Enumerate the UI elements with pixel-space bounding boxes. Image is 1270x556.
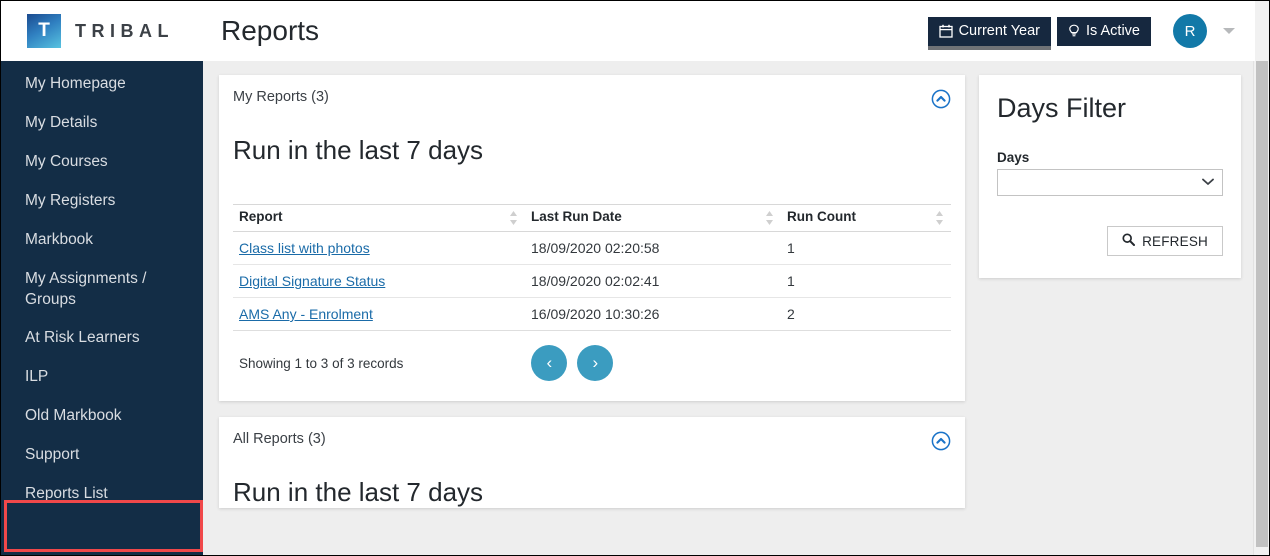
table-row: AMS Any - Enrolment 16/09/2020 10:30:26 … [233, 297, 951, 331]
sort-icon[interactable] [509, 210, 518, 226]
sidebar-item-my-courses[interactable]: My Courses [1, 143, 203, 182]
all-reports-title: Run in the last 7 days [233, 477, 484, 507]
top-header-bar: T TRIBAL Reports Current Year Is Active … [1, 1, 1255, 61]
days-filter-title: Days Filter [997, 93, 1127, 123]
sidebar-item-my-registers[interactable]: My Registers [1, 182, 203, 221]
sidebar-item-old-markbook[interactable]: Old Markbook [1, 397, 203, 436]
avatar[interactable]: R [1173, 14, 1207, 48]
sort-icon[interactable] [765, 210, 774, 226]
cell-last-run-date: 18/09/2020 02:02:41 [525, 264, 781, 298]
cell-run-count: 1 [781, 264, 951, 298]
filter-column: Days Filter Days REFRESH [979, 75, 1241, 555]
sidebar-item-my-assignments-groups[interactable]: My Assignments / Groups [1, 260, 203, 320]
calendar-icon [938, 24, 953, 38]
tribal-logo-icon: T [27, 14, 61, 48]
column-header-run-count[interactable]: Run Count [781, 204, 951, 232]
sidebar-navigation: My Homepage My Details My Courses My Reg… [1, 61, 203, 555]
application-window: T TRIBAL Reports Current Year Is Active … [0, 0, 1270, 556]
all-reports-card: All Reports (3) Run in the last 7 days [219, 417, 965, 508]
sidebar-item-my-homepage[interactable]: My Homepage [1, 65, 203, 104]
days-filter-card: Days Filter Days REFRESH [979, 75, 1241, 278]
pagination-previous-button[interactable]: ‹ [531, 345, 568, 381]
cell-report: Digital Signature Status [233, 264, 525, 298]
all-reports-card-header: All Reports (3) [233, 431, 951, 451]
context-button-current-year[interactable]: Current Year [927, 16, 1052, 50]
sidebar-item-at-risk-learners[interactable]: At Risk Learners [1, 319, 203, 358]
sidebar-item-reports-list[interactable]: Reports List [1, 475, 203, 514]
report-link[interactable]: AMS Any - Enrolment [239, 306, 373, 322]
brand-wordmark: TRIBAL [75, 20, 174, 41]
main-content-area: My Reports (3) Run in the last 7 days Re [203, 61, 1255, 555]
cell-last-run-date: 18/09/2020 02:20:58 [525, 231, 781, 265]
refresh-button-label: REFRESH [1142, 233, 1208, 249]
sidebar-item-ilp[interactable]: ILP [1, 358, 203, 397]
my-reports-title: Run in the last 7 days [233, 135, 484, 165]
table-footer: Showing 1 to 3 of 3 records ‹ › [233, 331, 951, 401]
header-actions: Current Year Is Active R [927, 14, 1255, 50]
table-row: Digital Signature Status 18/09/2020 02:0… [233, 264, 951, 298]
logo-mark-letter: T [38, 20, 50, 41]
refresh-row: REFRESH [997, 226, 1223, 256]
brand-logo[interactable]: T TRIBAL [1, 14, 203, 48]
cell-run-count: 1 [781, 231, 951, 265]
table-row: Class list with photos 18/09/2020 02:20:… [233, 231, 951, 265]
reports-column: My Reports (3) Run in the last 7 days Re [219, 75, 965, 555]
cell-report: AMS Any - Enrolment [233, 297, 525, 331]
table-header-row: Report Last Run Date Run Count [233, 204, 951, 232]
report-link[interactable]: Class list with photos [239, 240, 370, 256]
column-header-last-run-date[interactable]: Last Run Date [525, 204, 781, 232]
chevron-up-circle-icon[interactable] [931, 89, 951, 109]
column-header-report-label: Report [239, 209, 283, 224]
report-link[interactable]: Digital Signature Status [239, 273, 385, 289]
days-select[interactable] [997, 169, 1223, 196]
context-button-is-active-label: Is Active [1086, 23, 1140, 39]
sort-icon[interactable] [935, 210, 944, 226]
lightbulb-icon [1068, 24, 1080, 38]
pagination-next-button[interactable]: › [577, 345, 614, 381]
my-reports-eyebrow: My Reports (3) [233, 89, 329, 105]
context-button-is-active[interactable]: Is Active [1057, 16, 1151, 46]
page-title: Reports [221, 15, 320, 46]
my-reports-table: Report Last Run Date Run Count Class lis… [233, 204, 951, 331]
sidebar-item-my-details[interactable]: My Details [1, 104, 203, 143]
context-button-current-year-label: Current Year [958, 23, 1040, 39]
avatar-initial: R [1184, 22, 1196, 40]
my-reports-card: My Reports (3) Run in the last 7 days Re [219, 75, 965, 401]
sidebar-item-markbook[interactable]: Markbook [1, 221, 203, 260]
column-header-last-run-date-label: Last Run Date [531, 209, 622, 224]
my-reports-card-header: My Reports (3) [233, 89, 951, 109]
chevron-up-circle-icon[interactable] [931, 431, 951, 451]
cell-report: Class list with photos [233, 231, 525, 265]
sidebar-item-support[interactable]: Support [1, 436, 203, 475]
refresh-button[interactable]: REFRESH [1107, 226, 1223, 256]
record-count-text: Showing 1 to 3 of 3 records [239, 355, 404, 371]
days-field-label: Days [997, 150, 1030, 165]
cell-last-run-date: 16/09/2020 10:30:26 [525, 297, 781, 331]
column-header-run-count-label: Run Count [787, 209, 856, 224]
table-header: Report Last Run Date Run Count [233, 204, 951, 232]
cell-run-count: 2 [781, 297, 951, 331]
chevron-left-icon: ‹ [546, 353, 553, 372]
days-select-wrapper [997, 169, 1223, 196]
pagination-controls: ‹ › [531, 345, 614, 381]
chevron-right-icon: › [592, 353, 599, 372]
column-header-report[interactable]: Report [233, 204, 525, 232]
all-reports-eyebrow: All Reports (3) [233, 431, 326, 447]
table-body: Class list with photos 18/09/2020 02:20:… [233, 231, 951, 331]
caret-down-icon[interactable] [1223, 28, 1235, 34]
page-scrollbar[interactable] [1253, 1, 1269, 555]
search-icon [1122, 233, 1136, 249]
scrollbar-thumb[interactable] [1256, 61, 1268, 547]
